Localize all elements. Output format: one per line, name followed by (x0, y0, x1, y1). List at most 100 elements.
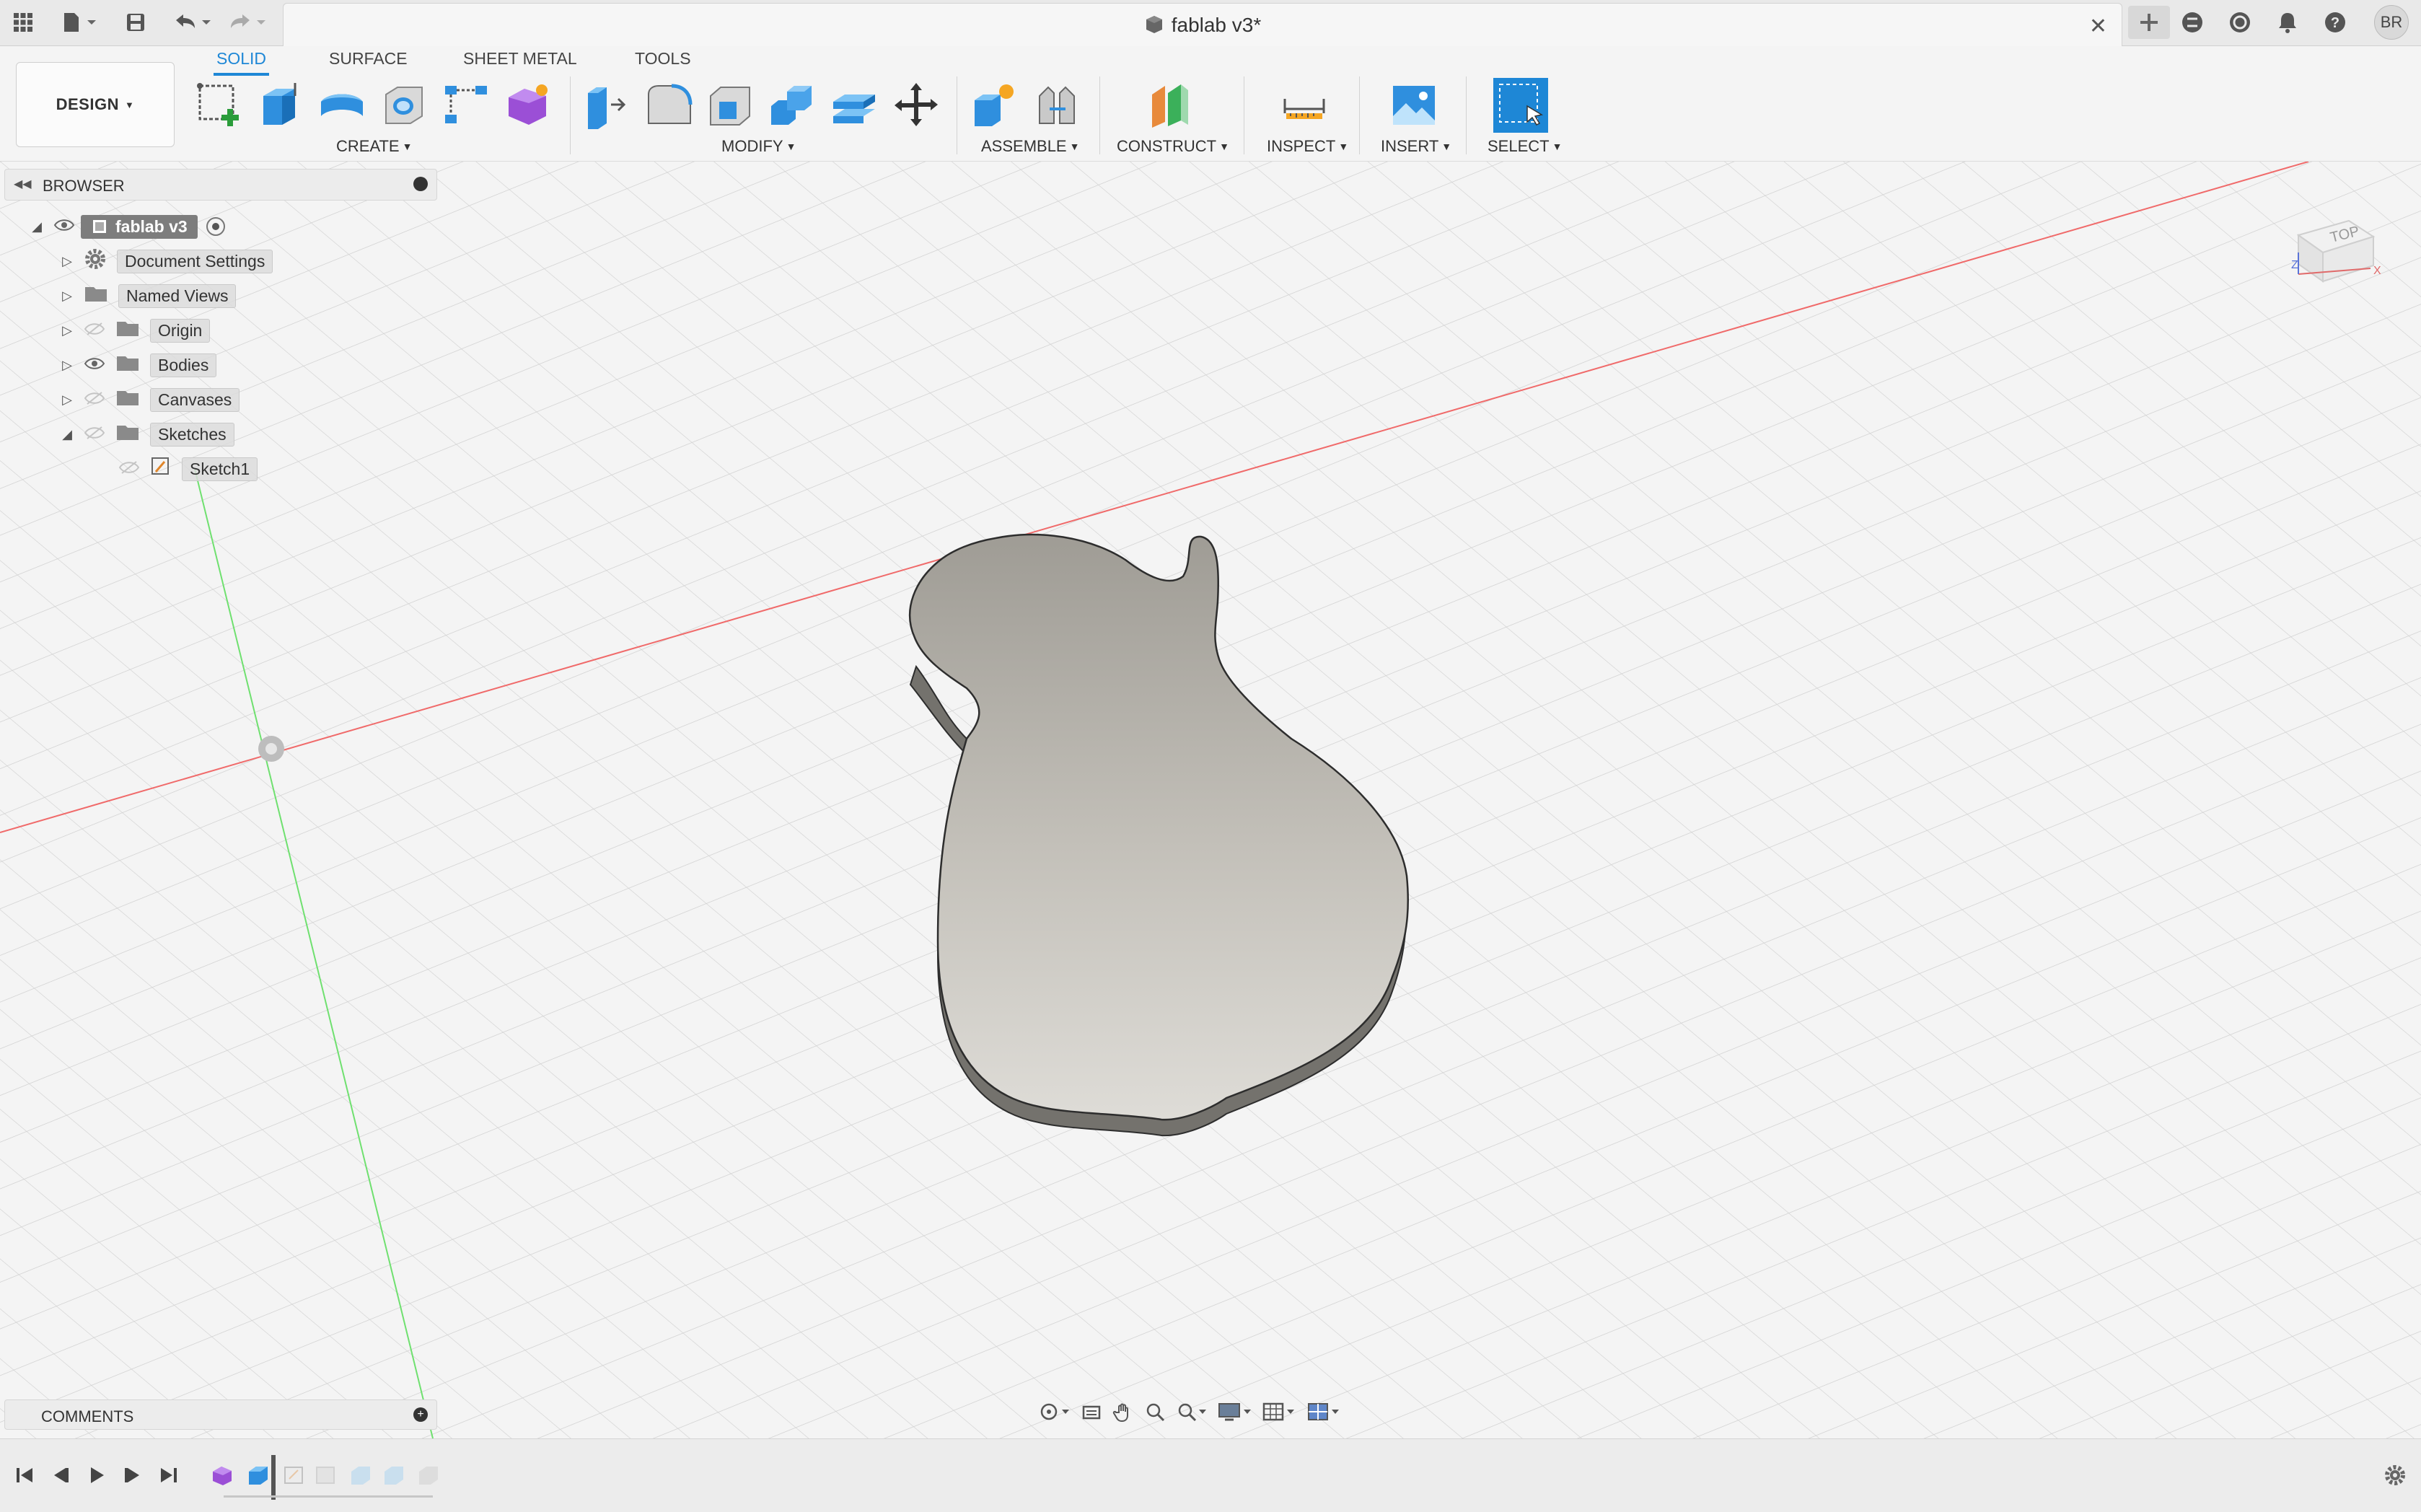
tree-item-named-views[interactable]: ▷ Named Views (56, 280, 237, 312)
job-status-icon[interactable] (2223, 6, 2257, 39)
tree-item-document-settings[interactable]: ▷ Document Settings (56, 245, 273, 277)
suppressed-feature-icon[interactable] (379, 1461, 408, 1490)
tree-root[interactable]: ◢ fablab v3 (26, 211, 225, 242)
look-at-icon[interactable] (1081, 1401, 1102, 1426)
suppressed-feature-icon[interactable] (346, 1461, 375, 1490)
suppressed-feature-icon[interactable] (414, 1461, 443, 1490)
previous-icon[interactable] (46, 1461, 75, 1490)
eye-hidden-icon[interactable] (118, 460, 140, 479)
undo-icon[interactable] (170, 6, 216, 39)
expand-arrow-icon[interactable]: ▷ (56, 358, 78, 373)
suppressed-feature-icon[interactable] (312, 1461, 340, 1490)
browser-header[interactable]: ◀◀ BROWSER (4, 169, 437, 201)
modify-label: MODIFY (721, 137, 783, 155)
construct-menu[interactable]: CONSTRUCT ▼ (1117, 137, 1229, 156)
save-icon[interactable] (121, 6, 150, 39)
orbit-icon[interactable] (1039, 1401, 1071, 1426)
shell-icon[interactable] (703, 78, 757, 133)
add-comment-icon[interactable]: + (413, 1407, 428, 1422)
viewports-icon[interactable] (1307, 1401, 1342, 1426)
grid-settings-icon[interactable] (1262, 1401, 1297, 1426)
tree-item-canvases[interactable]: ▷ Canvases (56, 384, 240, 416)
play-icon[interactable] (82, 1461, 111, 1490)
revolve-icon[interactable] (315, 78, 369, 133)
collapse-arrow-icon[interactable]: ◢ (56, 427, 78, 442)
extrude-icon[interactable] (252, 78, 307, 133)
document-tab[interactable]: fablab v3* ✕ (283, 3, 2122, 46)
notifications-icon[interactable] (2271, 6, 2304, 39)
new-component-icon[interactable] (967, 78, 1021, 133)
extrude-feature-icon[interactable] (280, 1461, 309, 1490)
tab-tools[interactable]: TOOLS (632, 49, 694, 73)
zoom-window-icon[interactable] (1176, 1401, 1208, 1426)
pan-icon[interactable] (1112, 1401, 1134, 1426)
insert-image-icon[interactable] (1387, 78, 1441, 133)
offset-plane-icon[interactable] (1144, 78, 1199, 133)
toolbar-divider (1099, 76, 1100, 154)
pattern-icon[interactable] (439, 78, 493, 133)
eye-hidden-icon[interactable] (84, 390, 105, 410)
insert-menu[interactable]: INSERT ▼ (1381, 137, 1451, 156)
file-menu-button[interactable] (58, 6, 101, 39)
tab-solid[interactable]: SOLID (214, 49, 270, 76)
collapse-arrow-icon[interactable]: ◢ (26, 219, 48, 234)
tab-sheet-metal[interactable]: SHEET METAL (460, 49, 580, 73)
view-cube[interactable]: TOP X Z (2284, 202, 2385, 310)
tree-item-sketches[interactable]: ◢ Sketches (56, 418, 234, 450)
measure-icon[interactable] (1277, 78, 1332, 133)
apps-grid-icon[interactable] (9, 6, 38, 39)
comments-panel[interactable]: COMMENTS + (4, 1399, 437, 1430)
select-menu[interactable]: SELECT ▼ (1488, 137, 1562, 156)
tree-item-bodies[interactable]: ▷ Bodies (56, 349, 217, 381)
create-menu[interactable]: CREATE ▼ (336, 137, 412, 156)
new-tab-icon[interactable] (2128, 6, 2170, 39)
timeline-marker[interactable] (271, 1455, 276, 1500)
inspect-menu[interactable]: INSPECT ▼ (1267, 137, 1348, 156)
modify-menu[interactable]: MODIFY ▼ (721, 137, 796, 156)
first-icon[interactable] (10, 1461, 39, 1490)
folder-icon (84, 284, 108, 307)
assemble-menu[interactable]: ASSEMBLE ▼ (981, 137, 1079, 156)
extensions-icon[interactable] (2176, 6, 2209, 39)
expand-arrow-icon[interactable]: ▷ (56, 254, 78, 269)
joint-icon[interactable] (1030, 78, 1085, 133)
sketch-feature-icon[interactable] (244, 1461, 273, 1490)
workspace-switcher[interactable]: DESIGN ▼ (16, 62, 175, 147)
zoom-icon[interactable] (1144, 1401, 1166, 1426)
select-icon[interactable] (1493, 78, 1548, 133)
pin-panel-icon[interactable] (413, 177, 428, 191)
last-icon[interactable] (154, 1461, 183, 1490)
form-feature-icon[interactable] (208, 1461, 237, 1490)
timeline-settings-gear-icon[interactable] (2381, 1461, 2409, 1490)
press-pull-icon[interactable] (579, 78, 633, 133)
create-sketch-icon[interactable] (192, 78, 247, 133)
activate-component-icon[interactable] (206, 217, 225, 236)
expand-arrow-icon[interactable]: ▷ (56, 289, 78, 304)
next-icon[interactable] (118, 1461, 147, 1490)
close-tab-icon[interactable]: ✕ (2089, 14, 2107, 39)
tree-item-label: Sketches (150, 422, 234, 447)
collapse-panel-icon[interactable]: ◀◀ (14, 177, 32, 191)
display-settings-icon[interactable] (1218, 1401, 1252, 1426)
eye-hidden-icon[interactable] (84, 321, 105, 340)
offset-face-icon[interactable] (827, 78, 882, 133)
gear-icon (84, 247, 107, 275)
expand-arrow-icon[interactable]: ▷ (56, 323, 78, 338)
hole-icon[interactable] (377, 78, 431, 133)
move-icon[interactable] (889, 78, 944, 133)
create-form-icon[interactable] (501, 78, 555, 133)
tree-item-origin[interactable]: ▷ Origin (56, 315, 211, 346)
tree-item-sketch1[interactable]: Sketch1 (113, 453, 258, 485)
user-avatar[interactable]: BR (2373, 5, 2409, 40)
combine-icon[interactable] (765, 78, 820, 133)
eye-icon[interactable] (84, 356, 105, 375)
eye-icon[interactable] (53, 217, 75, 237)
fillet-icon[interactable] (641, 78, 695, 133)
help-icon[interactable]: ? (2319, 6, 2352, 39)
redo-icon[interactable] (224, 6, 270, 39)
design-document-icon (1144, 14, 1164, 40)
expand-arrow-icon[interactable]: ▷ (56, 392, 78, 408)
eye-hidden-icon[interactable] (84, 425, 105, 444)
tab-surface[interactable]: SURFACE (326, 49, 410, 73)
timeline (0, 1438, 2421, 1512)
